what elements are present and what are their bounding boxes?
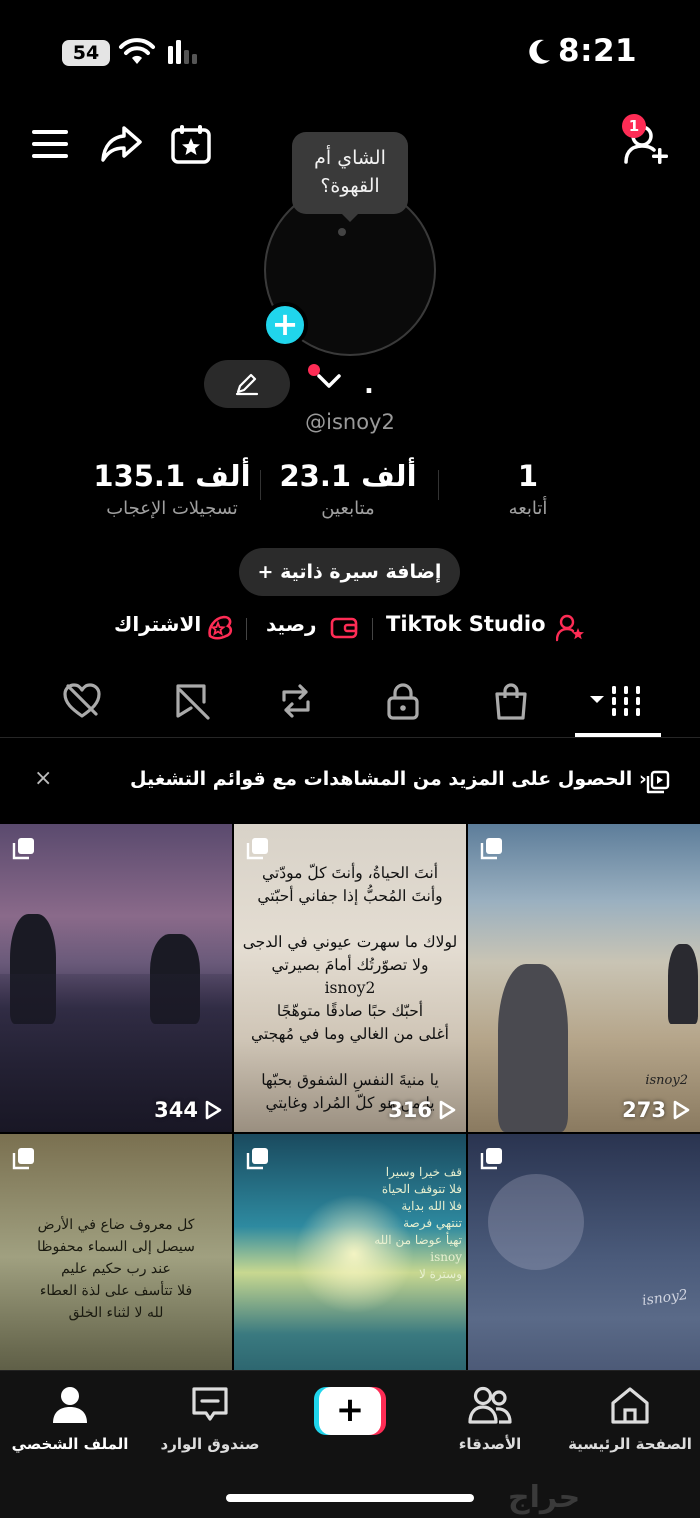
create-button[interactable]: + bbox=[314, 1387, 386, 1435]
play-icon bbox=[673, 1100, 690, 1120]
playlist-banner[interactable]: × الحصول على المزيد من المشاهدات مع قوائ… bbox=[0, 758, 700, 808]
multi-image-icon bbox=[12, 1148, 34, 1170]
friends-icon bbox=[468, 1386, 512, 1424]
nav-inbox[interactable]: صندوق الوارد bbox=[140, 1385, 280, 1453]
figure bbox=[668, 944, 698, 1024]
moon-icon bbox=[529, 39, 550, 64]
video-thumbnail[interactable]: isnoy2 273 bbox=[468, 824, 700, 1132]
username: @isnoy2 bbox=[305, 410, 395, 434]
home-icon bbox=[611, 1387, 649, 1424]
view-count: 344 bbox=[154, 1098, 222, 1122]
liked-videos-tab-icon[interactable] bbox=[62, 682, 102, 720]
video-thumbnail[interactable]: isnoy2 bbox=[468, 1134, 700, 1370]
creator-icon[interactable] bbox=[556, 614, 586, 642]
view-count: 316 bbox=[388, 1098, 456, 1122]
repost-tab-icon[interactable] bbox=[276, 682, 316, 720]
tooltip-tail bbox=[340, 212, 360, 222]
nav-home-label: الصفحة الرئيسية bbox=[568, 1435, 692, 1453]
link-divider bbox=[372, 618, 373, 640]
video-thumbnail[interactable]: 344 bbox=[0, 824, 232, 1132]
view-count-number: 273 bbox=[622, 1098, 666, 1122]
figure bbox=[498, 964, 568, 1132]
status-bar: 54 8:21 bbox=[0, 0, 700, 100]
play-icon bbox=[439, 1100, 456, 1120]
display-name: . bbox=[364, 370, 374, 400]
clock: 8:21 bbox=[558, 33, 638, 69]
thumbnail-text: أنتَ الحياةُ، وأنتَ كلّ مودّتي وأنتَ الم… bbox=[242, 864, 458, 1112]
nav-friends-label: الأصدقاء bbox=[458, 1435, 522, 1453]
thumbnail-text: كل معروف ضاع في الأرض سيصل إلى السماء مح… bbox=[37, 1217, 195, 1321]
video-thumbnail[interactable]: كل معروف ضاع في الأرض سيصل إلى السماء مح… bbox=[0, 1134, 232, 1370]
wifi-icon bbox=[119, 38, 155, 64]
video-grid: 344 أنتَ الحياةُ، وأنتَ كلّ مودّتي وأنتَ… bbox=[0, 824, 700, 1370]
stat-likes[interactable]: 135.1 ألف تسجيلات الإعجاب bbox=[82, 456, 262, 519]
notification-badge: 1 bbox=[622, 114, 646, 138]
tooltip-dot bbox=[338, 228, 346, 236]
multi-image-icon bbox=[480, 838, 502, 860]
subscription-link[interactable]: الاشتراك bbox=[114, 612, 201, 636]
close-icon[interactable]: × bbox=[34, 766, 52, 791]
view-count-number: 344 bbox=[154, 1098, 198, 1122]
stat-followers[interactable]: 23.1 ألف متابعين bbox=[258, 456, 438, 519]
multi-image-icon bbox=[246, 838, 268, 860]
thumbnail-watermark: isnoy2 bbox=[641, 1286, 689, 1310]
menu-icon[interactable] bbox=[32, 128, 68, 160]
pencil-icon bbox=[235, 373, 259, 396]
video-thumbnail[interactable]: أنتَ الحياةُ، وأنتَ كلّ مودّتي وأنتَ الم… bbox=[234, 824, 466, 1132]
wallet-icon[interactable] bbox=[330, 616, 358, 640]
balance-link[interactable]: رصيد bbox=[266, 612, 317, 636]
multi-image-icon bbox=[246, 1148, 268, 1170]
haraj-watermark: حراج bbox=[508, 1480, 581, 1515]
favorites-hidden-tab-icon[interactable] bbox=[172, 682, 212, 720]
active-tab-indicator bbox=[575, 733, 661, 737]
battery-icon: 54 bbox=[62, 40, 110, 66]
tiktok-studio-link[interactable]: TikTok Studio bbox=[386, 612, 546, 636]
create-plus-icon: + bbox=[319, 1387, 381, 1435]
edit-profile-button[interactable] bbox=[204, 360, 290, 408]
nav-inbox-label: صندوق الوارد bbox=[160, 1435, 260, 1453]
playlist-banner-text[interactable]: الحصول على المزيد من المشاهدات مع قوائم … bbox=[130, 768, 647, 790]
nav-friends[interactable]: الأصدقاء bbox=[420, 1385, 560, 1453]
avatar-tooltip[interactable]: الشاي أم القهوة؟ bbox=[292, 132, 408, 214]
chevron-down-icon[interactable] bbox=[316, 372, 342, 390]
add-bio-button[interactable]: + إضافة سيرة ذاتية bbox=[239, 548, 460, 596]
multi-image-icon bbox=[12, 838, 34, 860]
likes-count: 135.1 ألف bbox=[93, 459, 251, 493]
home-indicator[interactable] bbox=[226, 1494, 474, 1502]
stat-following[interactable]: 1 أتابعه bbox=[438, 456, 618, 519]
calendar-star-icon[interactable] bbox=[170, 124, 212, 164]
link-divider bbox=[246, 618, 247, 640]
likes-label: تسجيلات الإعجاب bbox=[106, 498, 238, 519]
bokeh bbox=[488, 1174, 584, 1270]
nav-profile[interactable]: الملف الشخصي bbox=[0, 1385, 140, 1453]
share-icon[interactable] bbox=[100, 124, 142, 164]
signal-icon bbox=[168, 40, 197, 64]
profile-icon bbox=[53, 1387, 87, 1423]
nav-profile-label: الملف الشخصي bbox=[11, 1435, 129, 1453]
subscription-icon[interactable] bbox=[204, 614, 236, 642]
videos-grid-tab-icon[interactable] bbox=[588, 682, 648, 720]
multi-image-icon bbox=[480, 1148, 502, 1170]
video-thumbnail[interactable]: قف خيرا وسيرا فلا تتوقف الحياة فلا الله … bbox=[234, 1134, 466, 1370]
view-count: 273 bbox=[622, 1098, 690, 1122]
view-count-number: 316 bbox=[388, 1098, 432, 1122]
thumbnail-text: قف خيرا وسيرا فلا تتوقف الحياة فلا الله … bbox=[374, 1165, 462, 1281]
thumbnail-watermark: isnoy2 bbox=[645, 1073, 688, 1088]
inbox-icon bbox=[192, 1387, 228, 1421]
followers-label: متابعين bbox=[321, 498, 375, 519]
lock-tab-icon[interactable] bbox=[384, 682, 422, 720]
play-icon bbox=[205, 1100, 222, 1120]
following-label: أتابعه bbox=[508, 498, 548, 519]
avatar-add-button[interactable]: + bbox=[262, 302, 308, 348]
profile-tabs bbox=[0, 664, 700, 738]
shop-tab-icon[interactable] bbox=[492, 682, 530, 720]
nav-home[interactable]: الصفحة الرئيسية bbox=[560, 1385, 700, 1453]
profile-links: الاشتراك رصيد TikTok Studio bbox=[0, 610, 700, 646]
following-count: 1 bbox=[517, 459, 539, 493]
playlist-icon bbox=[646, 770, 670, 794]
followers-count: 23.1 ألف bbox=[279, 459, 417, 493]
